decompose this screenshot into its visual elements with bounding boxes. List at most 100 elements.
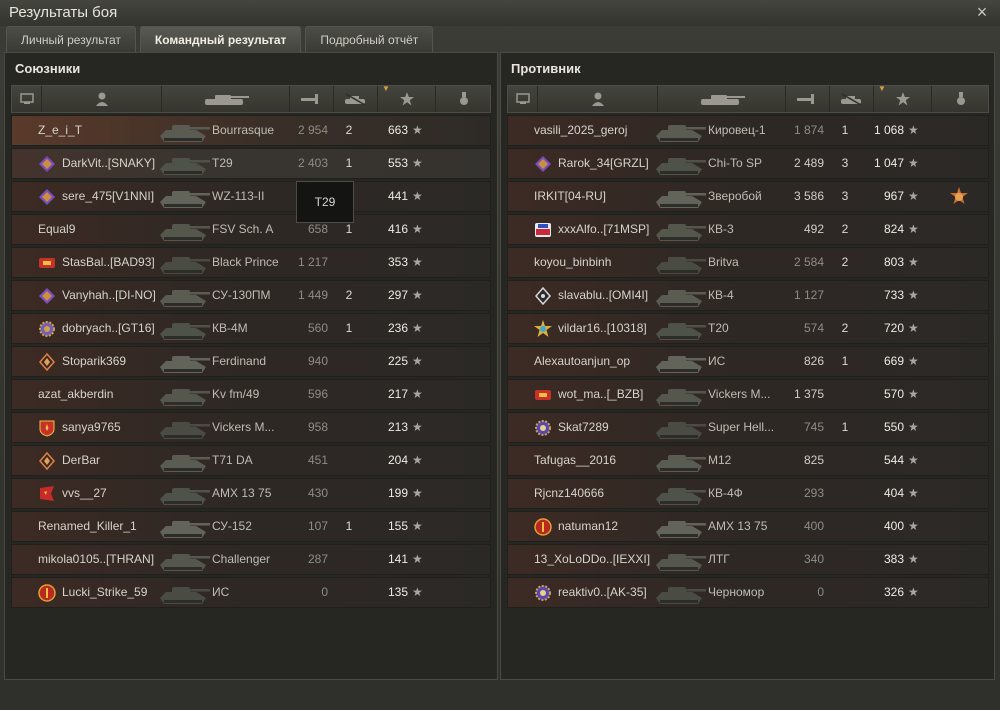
- table-row[interactable]: reaktiv0..[AK-35] Черномор 0 326 ★: [507, 577, 989, 608]
- tank-name[interactable]: FSV Sch. A: [212, 215, 288, 244]
- tank-name[interactable]: Кировец-1: [708, 116, 784, 145]
- table-row[interactable]: IRKIT[04-RU] Зверобой 3 586 3 967 ★: [507, 181, 989, 212]
- tank-name[interactable]: КВ-4М: [212, 314, 288, 343]
- sort-damage-column[interactable]: [290, 86, 334, 112]
- xp-value: 155: [387, 519, 408, 533]
- table-row[interactable]: sere_475[V1NNI] WZ-113-II 441 ★: [11, 181, 491, 212]
- table-row[interactable]: Z_e_i_T Bourrasque 2 954 2 663 ★: [11, 115, 491, 146]
- tank-name[interactable]: ИС: [708, 347, 784, 376]
- tank-thumbnail-icon: [652, 118, 708, 144]
- tank-name[interactable]: Super Hell...: [708, 413, 784, 442]
- table-row[interactable]: Equal9 FSV Sch. A 658 1 416 ★: [11, 214, 491, 245]
- table-row[interactable]: sanya9765 Vickers M... 958 213 ★: [11, 412, 491, 443]
- tab-detailed-report[interactable]: Подробный отчёт: [305, 26, 434, 52]
- table-row[interactable]: DerBar T71 DA 451 204 ★: [11, 445, 491, 476]
- tab-personal-result[interactable]: Личный результат: [6, 26, 136, 52]
- tank-name[interactable]: СУ-152: [212, 512, 288, 541]
- tank-name[interactable]: T29: [212, 149, 288, 178]
- sort-squad-column[interactable]: [508, 86, 538, 112]
- xp-star-icon: ★: [908, 453, 919, 467]
- clan-emblem-icon: [38, 352, 56, 372]
- xp-value: 1 068: [873, 123, 904, 137]
- tank-name[interactable]: Зверобой: [708, 182, 784, 211]
- tank-name[interactable]: КВ-3: [708, 215, 784, 244]
- tank-name[interactable]: M12: [708, 446, 784, 475]
- tank-name[interactable]: Chi-To SP: [708, 149, 784, 178]
- tank-name[interactable]: КВ-4Ф: [708, 479, 784, 508]
- kills-value: [334, 479, 364, 508]
- achievement-medal-icon[interactable]: [948, 186, 970, 208]
- table-row[interactable]: DarkVit..[SNAKY] T29 2 403 1 553 ★: [11, 148, 491, 179]
- table-row[interactable]: koyou_binbinh Britva 2 584 2 803 ★: [507, 247, 989, 278]
- table-row[interactable]: 13_XoLoDDo..[IEXXI] ЛТГ 340 383 ★: [507, 544, 989, 575]
- sort-damage-column[interactable]: [786, 86, 830, 112]
- sort-xp-column[interactable]: ▼: [378, 84, 436, 112]
- close-button[interactable]: ×: [972, 2, 992, 22]
- tank-name[interactable]: AMX 13 75: [212, 479, 288, 508]
- tank-name[interactable]: WZ-113-II: [212, 182, 288, 211]
- table-row[interactable]: natuman12 AMX 13 75 400 400 ★: [507, 511, 989, 542]
- table-row[interactable]: mikola0105..[THRAN] Challenger 287 141 ★: [11, 544, 491, 575]
- table-row[interactable]: StasBal..[BAD93] Black Prince 1 217 353 ★: [11, 247, 491, 278]
- tank-thumbnail-icon: [156, 580, 212, 606]
- sort-medal-column[interactable]: [932, 86, 990, 112]
- table-row[interactable]: Stoparik369 Ferdinand 940 225 ★: [11, 346, 491, 377]
- table-row[interactable]: vvs__27 AMX 13 75 430 199 ★: [11, 478, 491, 509]
- tank-name[interactable]: КВ-4: [708, 281, 784, 310]
- table-row[interactable]: Renamed_Killer_1 СУ-152 107 1 155 ★: [11, 511, 491, 542]
- xp-value: 733: [883, 288, 904, 302]
- tank-name[interactable]: Vickers M...: [708, 380, 784, 409]
- sort-medal-column[interactable]: [436, 86, 492, 112]
- sort-player-column[interactable]: [538, 86, 658, 112]
- sort-player-column[interactable]: [42, 86, 162, 112]
- damage-value: 2 584: [793, 255, 824, 269]
- sort-kills-column[interactable]: [334, 86, 378, 112]
- sort-kills-column[interactable]: [830, 86, 874, 112]
- tank-name[interactable]: ИС: [212, 578, 288, 607]
- tank-name[interactable]: Ferdinand: [212, 347, 288, 376]
- xp-star-icon: ★: [412, 255, 423, 269]
- table-row[interactable]: Rjcnz140666 КВ-4Ф 293 404 ★: [507, 478, 989, 509]
- xp-star-icon: ★: [412, 453, 423, 467]
- tank-name[interactable]: Kv fm/49: [212, 380, 288, 409]
- table-row[interactable]: vasili_2025_geroj Кировец-1 1 874 1 1 068 ★: [507, 115, 989, 146]
- table-row[interactable]: Vanyhah..[DI-NO] СУ-130ПМ 1 449 2 297 ★: [11, 280, 491, 311]
- tank-name[interactable]: СУ-130ПМ: [212, 281, 288, 310]
- tank-name[interactable]: Vickers M...: [212, 413, 288, 442]
- tank-name[interactable]: ЛТГ: [708, 545, 784, 574]
- tank-name[interactable]: Britva: [708, 248, 784, 277]
- table-row[interactable]: slavablu..[OMI4I] КВ-4 1 127 733 ★: [507, 280, 989, 311]
- tank-name[interactable]: Черномор: [708, 578, 784, 607]
- table-row[interactable]: xxxAlfo..[71MSP] КВ-3 492 2 824 ★: [507, 214, 989, 245]
- table-row[interactable]: azat_akberdin Kv fm/49 596 217 ★: [11, 379, 491, 410]
- sort-xp-column[interactable]: ▼: [874, 84, 932, 112]
- xp-value: 141: [387, 552, 408, 566]
- table-row[interactable]: Alexautoanjun_op ИС 826 1 669 ★: [507, 346, 989, 377]
- table-row[interactable]: dobryach..[GT16] КВ-4М 560 1 236 ★: [11, 313, 491, 344]
- tank-thumbnail-icon: [156, 415, 212, 441]
- tank-name[interactable]: T71 DA: [212, 446, 288, 475]
- table-row[interactable]: Lucki_Strike_59 ИС 0 135 ★: [11, 577, 491, 608]
- tab-team-result[interactable]: Командный результат: [139, 26, 302, 52]
- table-row[interactable]: Tafugas__2016 M12 825 544 ★: [507, 445, 989, 476]
- sort-tank-column[interactable]: [162, 86, 290, 112]
- clan-emblem-icon: [38, 254, 56, 272]
- tank-thumbnail-icon: [156, 316, 212, 342]
- tank-thumbnail-icon: [652, 283, 708, 309]
- damage-value: 958: [307, 420, 328, 434]
- clan-emblem-icon: [534, 286, 552, 306]
- tank-name[interactable]: AMX 13 75: [708, 512, 784, 541]
- table-row[interactable]: Skat7289 Super Hell... 745 1 550 ★: [507, 412, 989, 443]
- tank-thumbnail-icon: [156, 250, 212, 276]
- sort-tank-column[interactable]: [658, 86, 786, 112]
- table-row[interactable]: vildar16..[10318] T20 574 2 720 ★: [507, 313, 989, 344]
- tank-name[interactable]: T20: [708, 314, 784, 343]
- clan-emblem-icon: [38, 188, 56, 206]
- tank-name[interactable]: Bourrasque: [212, 116, 288, 145]
- sort-squad-column[interactable]: [12, 86, 42, 112]
- tank-name[interactable]: Challenger: [212, 545, 288, 574]
- table-row[interactable]: wot_ma..[_BZB] Vickers M... 1 375 570 ★: [507, 379, 989, 410]
- sort-arrow-icon: ▼: [382, 84, 390, 93]
- table-row[interactable]: Rarok_34[GRZL] Chi-To SP 2 489 3 1 047 ★: [507, 148, 989, 179]
- tank-name[interactable]: Black Prince: [212, 248, 288, 277]
